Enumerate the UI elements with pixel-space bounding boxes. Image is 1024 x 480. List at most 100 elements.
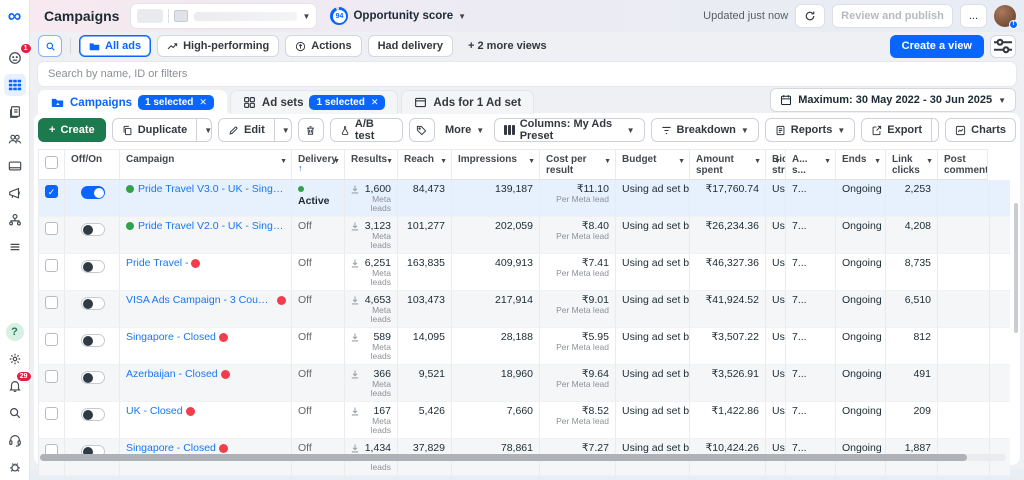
search-input[interactable] [38,62,1016,86]
onoff-toggle[interactable] [81,371,105,384]
edit-dropdown[interactable]: ▼ [274,119,292,141]
clear-selection-icon[interactable]: ✕ [371,97,379,108]
opportunity-score[interactable]: 94 Opportunity score ▼ [330,7,466,25]
column-dropdown-icon[interactable]: ▼ [678,158,685,165]
view-tab-all-ads[interactable]: All ads [79,35,151,57]
tab-campaigns[interactable]: Campaigns 1 selected✕ [38,90,227,114]
column-header-post[interactable]: Postcomments [938,149,988,180]
create-view-button[interactable]: Create a view [890,35,984,58]
sidebar-item-ads-manager[interactable] [4,74,26,96]
row-checkbox[interactable] [38,254,65,290]
review-publish-button[interactable]: Review and publish [832,4,953,28]
column-header-campaign[interactable]: Campaign▼ [120,149,292,180]
onoff-toggle[interactable] [81,223,105,236]
campaign-link[interactable]: Pride Travel V2.0 - UK - Singapore - Dub… [138,220,286,232]
column-header-off-on[interactable]: Off/On [65,149,120,180]
column-header-budget[interactable]: Budget▼ [616,149,690,180]
column-dropdown-icon[interactable]: ▼ [926,158,933,165]
checkbox-icon[interactable] [45,370,58,383]
account-selector[interactable]: ▼ [131,4,316,28]
selected-count-badge[interactable]: 1 selected✕ [138,95,214,110]
campaign-link[interactable]: VISA Ads Campaign - 3 Countries - OPEN [126,294,274,306]
sidebar-item-business-assets[interactable] [4,209,26,231]
export-dropdown[interactable]: ▼ [931,119,939,141]
search-views-button[interactable] [38,35,62,57]
campaign-toggle[interactable] [65,328,120,364]
campaign-toggle[interactable] [65,402,120,438]
checkbox-icon[interactable] [45,296,58,309]
campaign-toggle[interactable] [65,217,120,253]
more-views-button[interactable]: + 2 more views [459,35,556,57]
column-dropdown-icon[interactable]: ▼ [824,158,831,165]
campaign-toggle[interactable] [65,180,120,216]
report-bug-icon[interactable] [4,456,26,478]
view-settings-button[interactable] [990,35,1016,58]
onoff-toggle[interactable] [81,334,105,347]
column-dropdown-icon[interactable]: ▼ [754,158,761,165]
more-options-button[interactable]: ... [960,4,987,28]
column-header-reach[interactable]: Reach▼ [398,149,452,180]
meta-logo-icon[interactable]: ∞ [8,8,22,26]
column-header-delivery[interactable]: Delivery↑▼ [292,149,345,180]
sidebar-item-billing[interactable] [4,155,26,177]
checkbox-icon[interactable] [45,222,58,235]
column-dropdown-icon[interactable]: ▼ [386,158,393,165]
row-checkbox[interactable] [38,365,65,401]
campaign-toggle[interactable] [65,291,120,327]
duplicate-button[interactable]: Duplicate ▼ [112,118,212,142]
onoff-toggle[interactable] [81,186,105,199]
more-actions-button[interactable]: More▼ [441,124,488,136]
column-header-bid-strategy[interactable]: Bid strategy▼ [766,149,786,180]
campaign-link[interactable]: Pride Travel - [126,257,188,269]
column-dropdown-icon[interactable]: ▼ [440,158,447,165]
avatar[interactable]: f [994,5,1016,27]
campaign-link[interactable]: Azerbaijan - Closed [126,368,218,380]
column-dropdown-icon[interactable]: ▼ [528,158,535,165]
onoff-toggle[interactable] [81,260,105,273]
column-header-ends[interactable]: Ends▼ [836,149,886,180]
view-tab-had-delivery[interactable]: Had delivery [368,35,453,57]
view-tab-actions[interactable]: Actions [285,35,361,57]
columns-preset-button[interactable]: Columns: My Ads Preset▼ [494,118,644,142]
column-dropdown-icon[interactable]: ▼ [604,158,611,165]
notifications-icon[interactable]: 29 [4,375,26,397]
campaign-link[interactable]: UK - Closed [126,405,183,417]
view-tab-high-performing[interactable]: High-performing [157,35,279,57]
onoff-toggle[interactable] [81,297,105,310]
checkbox-icon[interactable] [45,407,58,420]
column-header-amount-spent[interactable]: Amount spent▼ [690,149,766,180]
column-header-link[interactable]: Linkclicks▼ [886,149,938,180]
campaign-link[interactable]: Singapore - Closed [126,331,216,343]
column-header-results[interactable]: Results▼ [345,149,398,180]
create-button[interactable]: +Create [38,118,106,142]
breakdown-button[interactable]: Breakdown▼ [651,118,759,142]
charts-button[interactable]: Charts [945,118,1016,142]
campaign-toggle[interactable] [65,365,120,401]
header-select-all-checkbox[interactable] [38,149,65,180]
column-dropdown-icon[interactable]: ▼ [333,158,340,165]
column-header-impressions[interactable]: Impressions▼ [452,149,540,180]
row-checkbox[interactable] [38,217,65,253]
row-checkbox[interactable] [38,328,65,364]
tab-ad-sets[interactable]: Ad sets 1 selected✕ [230,90,398,114]
column-dropdown-icon[interactable]: ▼ [774,158,781,165]
row-checkbox[interactable] [38,476,65,480]
duplicate-dropdown[interactable]: ▼ [196,119,212,141]
reports-button[interactable]: Reports▼ [765,118,855,142]
checkbox-icon[interactable] [45,259,58,272]
row-checkbox[interactable] [38,291,65,327]
campaign-link[interactable]: Pride Travel V3.0 - UK - Singapore - Dub… [138,183,286,195]
edit-button[interactable]: Edit ▼ [218,118,292,142]
support-icon[interactable] [4,429,26,451]
column-dropdown-icon[interactable]: ▼ [280,158,287,165]
campaign-toggle[interactable] [65,476,120,480]
clear-selection-icon[interactable]: ✕ [199,97,207,108]
vertical-scrollbar[interactable] [1014,203,1018,333]
checkbox-icon[interactable] [45,156,58,169]
campaign-toggle[interactable] [65,254,120,290]
sidebar-item-pages[interactable] [4,101,26,123]
export-button[interactable]: Export ▼ [861,118,939,142]
column-header-a-[interactable]: A...s...▼ [786,149,836,180]
checkbox-icon[interactable]: ✓ [45,185,58,198]
sidebar-item-all-tools[interactable] [4,236,26,258]
